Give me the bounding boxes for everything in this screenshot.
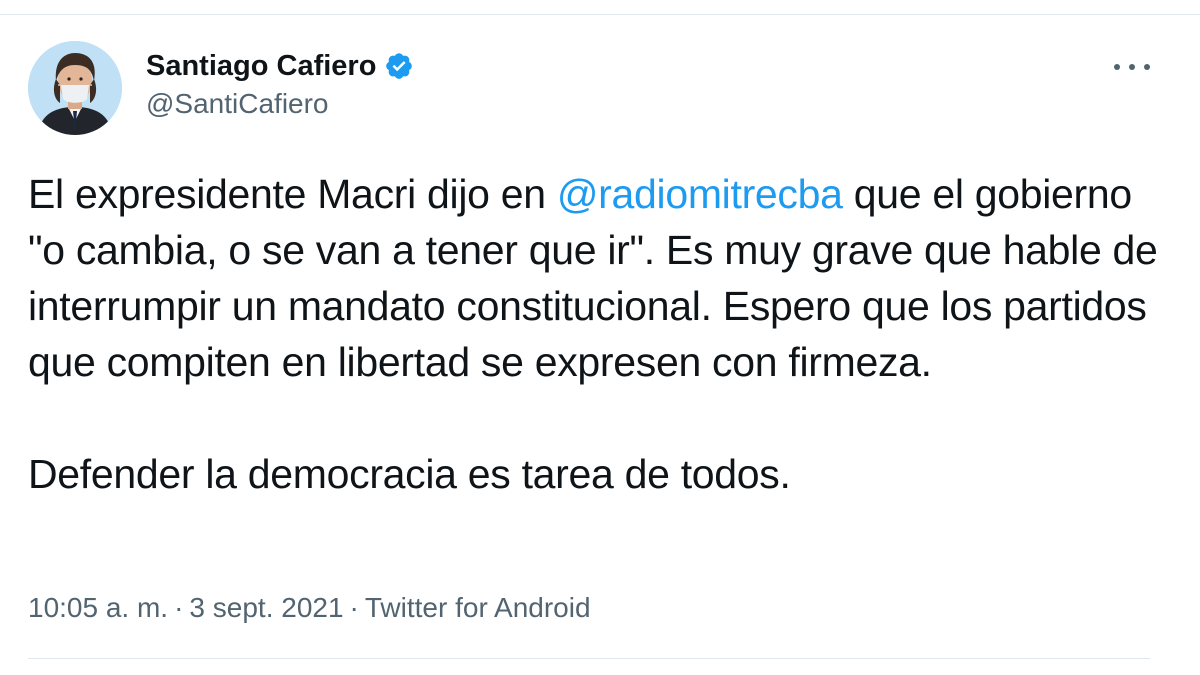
tweet-header: Santiago Cafiero @SantiCafiero (28, 40, 414, 136)
verified-badge-icon (384, 51, 414, 81)
tweet-metadata: 10:05 a. m. · 3 sept. 2021 · Twitter for And… (28, 588, 591, 628)
more-options-icon[interactable] (1114, 54, 1150, 80)
meta-separator: · (349, 592, 359, 623)
tweet-paragraph-1: El expresidente Macri dijo en @radiomitr… (28, 166, 1158, 390)
display-name[interactable]: Santiago Cafiero (146, 48, 376, 84)
tweet-text: El expresidente Macri dijo en @radiomitr… (28, 166, 1158, 502)
mention-link[interactable]: @radiomitrecba (557, 171, 843, 217)
avatar[interactable] (28, 41, 122, 135)
more-dot (1129, 64, 1135, 70)
tweet-text-part: El expresidente Macri dijo en (28, 171, 557, 217)
tweet-time[interactable]: 10:05 a. m. (28, 592, 168, 623)
name-row: Santiago Cafiero (146, 48, 414, 84)
tweet-paragraph-2: Defender la democracia es tarea de todos… (28, 451, 791, 497)
meta-separator: · (174, 592, 184, 623)
user-handle[interactable]: @SantiCafiero (146, 86, 414, 122)
author-info: Santiago Cafiero @SantiCafiero (146, 48, 414, 122)
more-dot (1144, 64, 1150, 70)
top-divider (0, 14, 1200, 15)
avatar-photo (28, 41, 122, 135)
tweet-date[interactable]: 3 sept. 2021 (189, 592, 343, 623)
tweet-source[interactable]: Twitter for Android (365, 592, 591, 623)
more-dot (1114, 64, 1120, 70)
bottom-divider (28, 658, 1150, 659)
